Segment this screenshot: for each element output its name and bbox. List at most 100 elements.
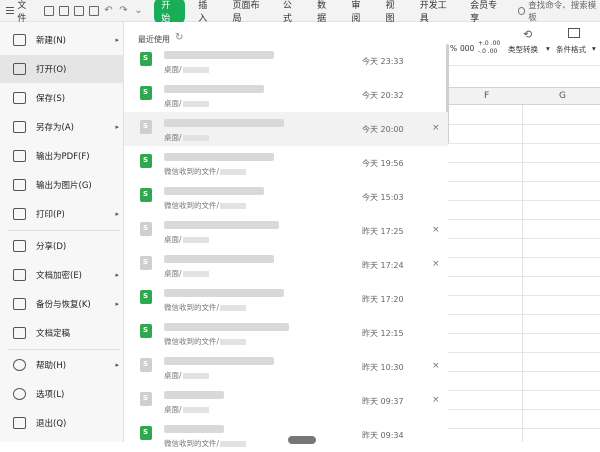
recent-file-row[interactable]: S 微信收到的文件/ 昨天 17:20 <box>124 282 448 316</box>
remove-icon[interactable]: × <box>432 361 440 371</box>
file-path: 微信收到的文件/ <box>164 438 247 449</box>
redo-icon[interactable]: ↷ <box>119 5 129 16</box>
remove-icon[interactable]: × <box>432 225 440 235</box>
menu-divider <box>8 349 120 350</box>
pdf-icon <box>13 150 26 162</box>
conditional-format-dropdown-icon[interactable]: ▾ <box>592 44 596 53</box>
save-icon[interactable] <box>44 5 55 16</box>
refresh-icon[interactable]: ↻ <box>175 32 183 43</box>
file-time: 昨天 17:25 <box>362 227 404 236</box>
file-time: 今天 23:33 <box>362 57 404 66</box>
menu-item-export-image[interactable]: 输出为图片(G) <box>0 171 124 199</box>
recent-file-row[interactable]: S 桌面/ 今天 20:32 <box>124 78 448 112</box>
preview-icon[interactable] <box>89 5 100 16</box>
recent-file-row[interactable]: S 桌面/ 昨天 17:25 × <box>124 214 448 248</box>
submenu-arrow-icon: ▸ <box>115 210 119 218</box>
menu-item-new[interactable]: 新建(N) ▸ <box>0 26 124 54</box>
file-name-redacted <box>164 357 274 365</box>
file-name-redacted <box>164 255 274 263</box>
file-menu-button[interactable]: 文件 <box>0 0 40 24</box>
spreadsheet-file-icon: S <box>140 358 152 372</box>
file-name-redacted <box>164 391 224 399</box>
menu-item-export-pdf[interactable]: 输出为PDF(F) <box>0 142 124 170</box>
menu-item-encrypt[interactable]: 文档加密(E) ▸ <box>0 261 124 289</box>
thousands-button[interactable]: 000 <box>460 44 474 53</box>
remove-icon[interactable]: × <box>432 395 440 405</box>
menu-item-finalize[interactable]: 文档定稿 <box>0 319 124 347</box>
menu-item-print[interactable]: 打印(P) ▸ <box>0 200 124 228</box>
percent-button[interactable]: % <box>450 44 457 53</box>
type-convert-button[interactable]: 类型转换 <box>508 44 538 55</box>
recent-file-row[interactable]: S 微信收到的文件/ 昨天 09:34 <box>124 418 448 452</box>
tab-insert[interactable]: 插入 <box>189 0 223 24</box>
tab-page-layout[interactable]: 页面布局 <box>223 0 273 24</box>
column-header-g[interactable]: G <box>559 91 566 101</box>
spreadsheet-file-icon: S <box>140 120 152 134</box>
menu-item-label: 选项(L) <box>36 390 65 400</box>
submenu-arrow-icon: ▸ <box>115 36 119 44</box>
image-icon <box>13 179 26 191</box>
column-header-f[interactable]: F <box>484 91 489 101</box>
grid-line <box>448 143 600 144</box>
recent-file-row[interactable]: S 微信收到的文件/ 今天 15:03 <box>124 180 448 214</box>
tab-formula[interactable]: 公式 <box>274 0 308 24</box>
conditional-format-button[interactable]: 条件格式 <box>556 44 586 55</box>
print-icon[interactable] <box>74 5 85 16</box>
file-path: 桌面/ <box>164 98 210 109</box>
undo-icon[interactable]: ↶ <box>104 5 114 16</box>
recent-file-row[interactable]: S 桌面/ 今天 23:33 <box>124 44 448 78</box>
file-path: 微信收到的文件/ <box>164 336 247 347</box>
menu-item-exit[interactable]: 退出(Q) <box>0 409 124 437</box>
decrease-decimal-button[interactable]: -.0 .00 <box>478 48 497 55</box>
menu-item-save[interactable]: 保存(S) <box>0 84 124 112</box>
type-convert-dropdown-icon[interactable]: ▾ <box>546 44 550 53</box>
file-path: 微信收到的文件/ <box>164 302 247 313</box>
submenu-arrow-icon: ▸ <box>115 361 119 369</box>
file-name-redacted <box>164 289 284 297</box>
menu-item-share[interactable]: 分享(D) <box>0 232 124 260</box>
tab-member[interactable]: 会员专享 <box>461 0 511 24</box>
file-name-redacted <box>164 85 264 93</box>
recent-file-row[interactable]: S 桌面/ 昨天 09:37 × <box>124 384 448 418</box>
file-menu-label: 文件 <box>17 0 27 24</box>
customize-icon[interactable]: ⌄ <box>134 5 144 16</box>
folder-open-icon <box>13 63 26 75</box>
menu-item-label: 新建(N) <box>36 36 66 46</box>
remove-icon[interactable]: × <box>432 259 440 269</box>
recent-file-row[interactable]: S 桌面/ 昨天 17:24 × <box>124 248 448 282</box>
file-name-redacted <box>164 187 264 195</box>
tab-review[interactable]: 审阅 <box>342 0 376 24</box>
recent-file-row[interactable]: S 桌面/ 今天 20:00 × <box>124 112 448 146</box>
command-search[interactable]: 查找命令、搜索模板 <box>517 0 600 23</box>
recent-file-row[interactable]: S 桌面/ 昨天 10:30 × <box>124 350 448 384</box>
grid-line <box>448 124 600 125</box>
grid-line <box>448 371 600 372</box>
menu-item-label: 保存(S) <box>36 94 66 104</box>
file-path: 微信收到的文件/ <box>164 200 247 211</box>
file-time: 昨天 09:37 <box>362 397 404 406</box>
recent-file-row[interactable]: S 微信收到的文件/ 今天 19:56 <box>124 146 448 180</box>
increase-decimal-button[interactable]: +.0 .00 <box>478 40 500 47</box>
recent-file-row[interactable]: S 微信收到的文件/ 昨天 12:15 <box>124 316 448 350</box>
tab-view[interactable]: 视图 <box>377 0 411 24</box>
grid-line <box>448 181 600 182</box>
menu-item-label: 备份与恢复(K) <box>36 300 91 310</box>
menu-item-backup[interactable]: 备份与恢复(K) ▸ <box>0 290 124 318</box>
export-icon[interactable] <box>59 5 70 16</box>
grid-line <box>448 276 600 277</box>
menu-item-open[interactable]: 打开(O) <box>0 55 124 83</box>
menu-item-save-as[interactable]: 另存为(A) ▸ <box>0 113 124 141</box>
tab-data[interactable]: 数据 <box>308 0 342 24</box>
menu-item-options[interactable]: 选项(L) <box>0 380 124 408</box>
lock-icon <box>13 269 26 281</box>
search-icon <box>517 6 526 15</box>
ribbon-toolbar: % 000 +.0 .00 -.0 .00 ⟲ 类型转换 ▾ 条件格式 ▾ <box>448 22 600 66</box>
tab-developer[interactable]: 开发工具 <box>411 0 461 24</box>
grid-line <box>448 238 600 239</box>
ribbon-tab-bar: 文件 ↶ ↷ ⌄ 开始 插入 页面布局 公式 数据 审阅 视图 开发工具 会员专… <box>0 0 600 25</box>
file-menu-panel: 新建(N) ▸ 打开(O) 保存(S) 另存为(A) ▸ 输出为PDF(F) 输… <box>0 22 124 442</box>
menu-item-help[interactable]: 帮助(H) ▸ <box>0 351 124 379</box>
tab-start[interactable]: 开始 <box>154 0 186 25</box>
remove-icon[interactable]: × <box>432 123 440 133</box>
spreadsheet-grid[interactable] <box>448 87 600 442</box>
